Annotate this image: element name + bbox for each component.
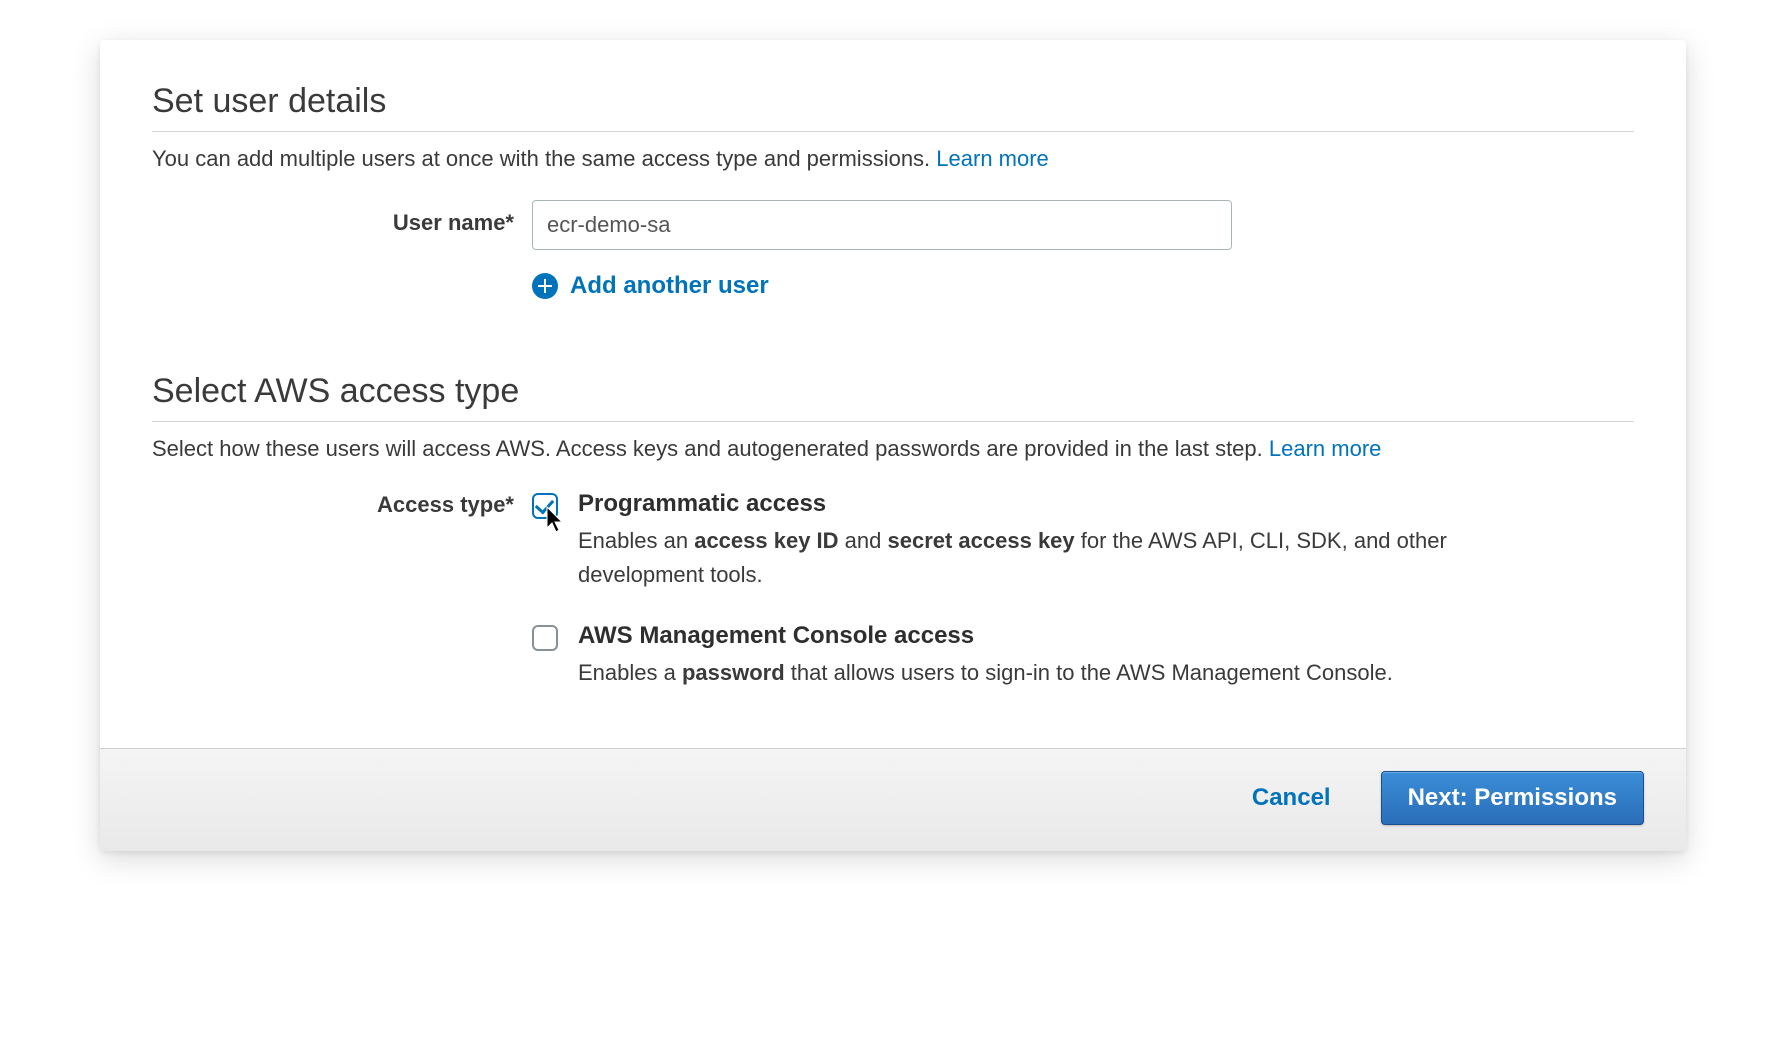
user-name-input[interactable] bbox=[532, 200, 1232, 250]
access-option-console: AWS Management Console access Enables a … bbox=[532, 622, 1634, 690]
programmatic-access-checkbox[interactable] bbox=[532, 493, 558, 519]
console-access-desc: Enables a password that allows users to … bbox=[578, 656, 1478, 690]
learn-more-link-user-details[interactable]: Learn more bbox=[936, 146, 1049, 171]
access-type-label: Access type* bbox=[152, 490, 532, 518]
section-title-user-details: Set user details bbox=[152, 82, 1634, 121]
access-type-options: Programmatic access Enables an access ke… bbox=[532, 490, 1634, 720]
section-desc-text: Select how these users will access AWS. … bbox=[152, 436, 1269, 461]
console-access-title: AWS Management Console access bbox=[578, 622, 1634, 650]
programmatic-access-title: Programmatic access bbox=[578, 490, 1634, 518]
access-type-row: Access type* Programmatic access Enables… bbox=[152, 490, 1634, 720]
programmatic-access-desc: Enables an access key ID and secret acce… bbox=[578, 524, 1478, 592]
section-desc-access-type: Select how these users will access AWS. … bbox=[152, 436, 1634, 462]
next-permissions-button[interactable]: Next: Permissions bbox=[1381, 771, 1644, 825]
add-another-user-button[interactable]: Add another user bbox=[532, 272, 1282, 300]
learn-more-link-access-type[interactable]: Learn more bbox=[1269, 436, 1382, 461]
section-desc-user-details: You can add multiple users at once with … bbox=[152, 146, 1634, 172]
wizard-footer: Cancel Next: Permissions bbox=[100, 748, 1686, 851]
access-option-programmatic: Programmatic access Enables an access ke… bbox=[532, 490, 1634, 592]
plus-circle-icon bbox=[532, 273, 558, 299]
cancel-button[interactable]: Cancel bbox=[1244, 774, 1339, 822]
section-desc-text: You can add multiple users at once with … bbox=[152, 146, 936, 171]
section-divider bbox=[152, 421, 1634, 422]
add-another-user-label: Add another user bbox=[570, 272, 769, 300]
add-user-card: Set user details You can add multiple us… bbox=[100, 40, 1686, 851]
console-access-checkbox[interactable] bbox=[532, 625, 558, 651]
section-divider bbox=[152, 131, 1634, 132]
section-title-access-type: Select AWS access type bbox=[152, 372, 1634, 411]
user-name-label: User name* bbox=[152, 200, 532, 236]
user-name-row: User name* Add another user bbox=[152, 200, 1634, 300]
